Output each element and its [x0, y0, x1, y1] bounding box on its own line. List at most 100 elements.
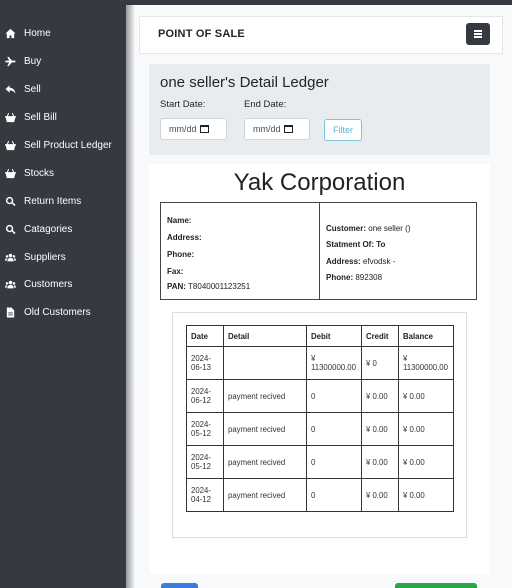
- phone-field: Phone:: [167, 250, 195, 259]
- date-cell: 2024- 05-12: [186, 445, 224, 479]
- date-cell: 2024- 06-13: [186, 346, 224, 380]
- ledger-table-container: Date Detail Debit Credit Balance 2024- 06…: [172, 312, 467, 538]
- start-date-input[interactable]: mm/dd: [160, 118, 227, 140]
- sidebar-item-catagories[interactable]: Catagories: [0, 218, 126, 240]
- users-icon: [5, 253, 16, 261]
- sidebar-item-label: Sell: [24, 83, 41, 95]
- name-field: Name:: [167, 216, 192, 225]
- sidebar-item-customers[interactable]: Customers: [0, 273, 126, 295]
- balance-cell: ¥ 0.00: [398, 445, 454, 479]
- credit-cell: ¥ 0.00: [361, 379, 399, 413]
- info-divider: [319, 203, 320, 299]
- balance-cell: ¥ 0.00: [398, 478, 454, 512]
- date-cell: 2024- 05-12: [186, 412, 224, 446]
- page-title: POINT OF SALE: [158, 28, 245, 40]
- search-icon: [5, 224, 16, 234]
- customer-address-field: Address: efvodsk -: [326, 257, 396, 266]
- customer-phone-field: Phone: 892308: [326, 273, 383, 282]
- column-header-debit: Debit: [306, 325, 362, 347]
- table-row: 2024- 04-12 payment recived 0 ¥ 0.00 ¥ 0.…: [186, 478, 454, 512]
- filter-card: one seller's Detail Ledger Start Date: E…: [149, 64, 490, 155]
- detail-cell: payment recived: [223, 379, 307, 413]
- debit-cell: 0: [306, 379, 362, 413]
- sidebar-item-label: Customers: [24, 278, 73, 290]
- sidebar-item-buy[interactable]: Buy: [0, 50, 126, 72]
- table-header-row: Date Detail Debit Credit Balance: [186, 325, 454, 347]
- table-row: 2024- 06-13 ¥11300000.00 ¥ 0 ¥11300000.00: [186, 346, 454, 380]
- column-header-detail: Detail: [223, 325, 307, 347]
- table-row: 2024- 05-12 payment recived 0 ¥ 0.00 ¥ 0.…: [186, 412, 454, 446]
- users-icon: [5, 280, 16, 288]
- company-name: Yak Corporation: [233, 169, 406, 196]
- debit-cell: 0: [306, 478, 362, 512]
- sidebar-item-sell[interactable]: Sell: [0, 78, 126, 100]
- column-header-date: Date: [186, 325, 224, 347]
- sidebar-item-label: Sell Product Ledger: [24, 139, 112, 151]
- sidebar-item-label: Buy: [24, 55, 42, 67]
- sidebar-item-label: Return Items: [24, 195, 82, 207]
- file-icon: [6, 306, 15, 318]
- export-button[interactable]: [395, 583, 477, 588]
- ledger-table: Date Detail Debit Credit Balance 2024- 06…: [186, 325, 454, 512]
- sidebar-item-sell-product-ledger[interactable]: Sell Product Ledger: [0, 134, 126, 156]
- pan-field: PAN: T8040001123251: [167, 282, 251, 291]
- sidebar-shadow: [126, 5, 134, 588]
- detail-cell: payment recived: [223, 445, 307, 479]
- balance-cell: ¥11300000.00: [398, 346, 454, 380]
- credit-cell: ¥ 0.00: [361, 478, 399, 512]
- table-row: 2024- 06-12 payment recived 0 ¥ 0.00 ¥ 0.…: [186, 379, 454, 413]
- sidebar-item-label: Sell Bill: [24, 111, 57, 123]
- debit-cell: 0: [306, 445, 362, 479]
- menu-icon-bar: [474, 30, 482, 32]
- end-date-input[interactable]: mm/dd: [244, 118, 310, 140]
- sidebar-item-label: Old Customers: [24, 306, 91, 318]
- date-cell: 2024- 04-12: [186, 478, 224, 512]
- filter-button[interactable]: Filter: [324, 119, 362, 141]
- date-cell: 2024- 06-12: [186, 379, 224, 413]
- debit-cell: ¥11300000.00: [306, 346, 362, 380]
- calendar-icon[interactable]: [199, 125, 209, 133]
- report-card: Yak Corporation Name: Address: Phone: Fa…: [149, 164, 490, 574]
- column-header-credit: Credit: [361, 325, 399, 347]
- end-date-label: End Date:: [244, 99, 287, 110]
- credit-cell: ¥ 0.00: [361, 412, 399, 446]
- column-header-balance: Balance: [398, 325, 454, 347]
- detail-cell: [223, 346, 307, 380]
- sidebar-item-label: Suppliers: [24, 251, 66, 263]
- menu-toggle-button[interactable]: [466, 23, 490, 45]
- plane-icon: [5, 56, 16, 66]
- menu-icon-bar: [474, 33, 482, 35]
- detail-cell: payment recived: [223, 478, 307, 512]
- start-date-placeholder: mm/dd: [169, 124, 197, 134]
- info-box: Name: Address: Phone: Fax: PAN: T8040001…: [160, 202, 477, 300]
- sidebar-item-home[interactable]: Home: [0, 22, 126, 44]
- sidebar-item-return-items[interactable]: Return Items: [0, 190, 126, 212]
- print-button[interactable]: [161, 583, 198, 588]
- sidebar-item-stocks[interactable]: Stocks: [0, 162, 126, 184]
- sidebar-item-label: Home: [24, 27, 51, 39]
- end-date-placeholder: mm/dd: [253, 124, 281, 134]
- balance-cell: ¥ 0.00: [398, 379, 454, 413]
- start-date-label: Start Date:: [160, 99, 206, 110]
- ledger-title: one seller's Detail Ledger: [160, 74, 329, 91]
- home-icon: [5, 28, 16, 38]
- top-header: POINT OF SALE: [139, 16, 503, 54]
- address-field: Address:: [167, 233, 202, 242]
- basket-icon: [5, 112, 16, 122]
- sidebar-item-label: Catagories: [24, 223, 73, 235]
- statement-field: Statment Of: To: [326, 240, 386, 249]
- sidebar-item-sell-bill[interactable]: Sell Bill: [0, 106, 126, 128]
- sidebar-item-old-customers[interactable]: Old Customers: [0, 301, 126, 323]
- calendar-icon[interactable]: [283, 125, 293, 133]
- balance-cell: ¥ 0.00: [398, 412, 454, 446]
- fax-field: Fax:: [167, 267, 184, 276]
- basket-icon: [5, 168, 16, 178]
- sidebar-item-suppliers[interactable]: Suppliers: [0, 246, 126, 268]
- debit-cell: 0: [306, 412, 362, 446]
- menu-icon-bar: [474, 36, 482, 38]
- table-row: 2024- 05-12 payment recived 0 ¥ 0.00 ¥ 0.…: [186, 445, 454, 479]
- reply-icon: [5, 84, 16, 94]
- credit-cell: ¥ 0.00: [361, 445, 399, 479]
- customer-field: Customer: one seller (): [326, 224, 411, 233]
- search-icon: [5, 196, 16, 206]
